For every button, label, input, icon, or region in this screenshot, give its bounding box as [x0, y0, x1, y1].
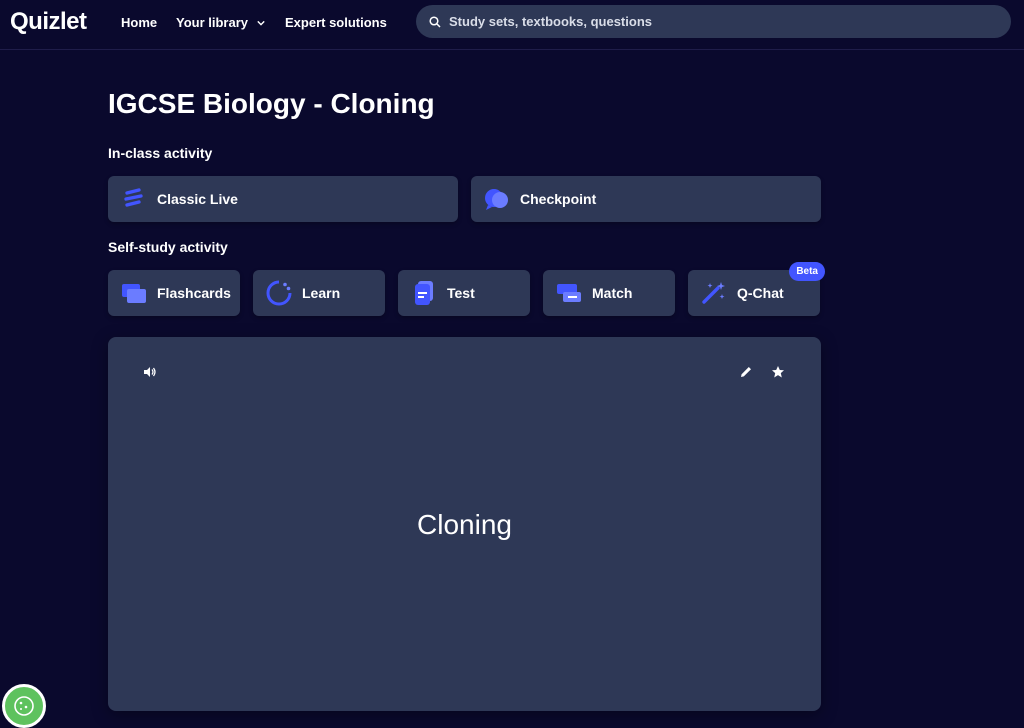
nav-home[interactable]: Home: [121, 15, 157, 30]
classic-live-button[interactable]: Classic Live: [108, 176, 458, 222]
nav-expert-label: Expert solutions: [285, 15, 387, 30]
edit-icon: [741, 367, 751, 377]
flashcards-label: Flashcards: [157, 285, 231, 301]
q-chat-label: Q-Chat: [737, 285, 784, 301]
nav-home-label: Home: [121, 15, 158, 30]
classic-live-icon: [120, 185, 148, 213]
checkpoint-icon: [483, 185, 511, 213]
test-button[interactable]: Test: [398, 270, 530, 316]
in-class-heading: In-class activity: [108, 145, 213, 161]
match-icon: [555, 279, 583, 307]
classic-live-label: Classic Live: [157, 191, 238, 207]
learn-icon: [265, 279, 293, 307]
test-label: Test: [447, 285, 475, 301]
checkpoint-label: Checkpoint: [520, 191, 597, 207]
cookie-settings-button[interactable]: [2, 684, 46, 728]
flashcard[interactable]: Cloning: [108, 337, 821, 711]
cookie-icon: [14, 696, 34, 716]
match-button[interactable]: Match: [543, 270, 675, 316]
search-input[interactable]: [449, 14, 969, 29]
flashcard-term: Cloning: [417, 509, 512, 540]
star-icon: [772, 366, 784, 378]
nav-library-label: Your library: [176, 15, 249, 30]
search-bar[interactable]: [416, 5, 1011, 38]
nav-expert-solutions[interactable]: Expert solutions: [285, 15, 387, 30]
test-icon: [410, 279, 438, 307]
star-button[interactable]: [768, 362, 788, 382]
quizlet-logo[interactable]: Quizlet: [10, 8, 87, 36]
match-label: Match: [592, 285, 633, 301]
beta-badge: Beta: [789, 262, 825, 281]
audio-button[interactable]: [140, 362, 160, 382]
top-navigation: Quizlet Home Your library Expert solutio…: [0, 0, 1024, 50]
magic-wand-icon: [700, 279, 728, 307]
q-chat-button[interactable]: Q-Chat Beta: [688, 262, 825, 316]
chevron-down-icon: [257, 20, 265, 26]
learn-label: Learn: [302, 285, 341, 301]
search-icon: [429, 15, 441, 28]
flashcards-icon: [120, 279, 148, 307]
flashcards-button[interactable]: Flashcards: [108, 270, 240, 316]
edit-button[interactable]: [736, 362, 756, 382]
page-title: IGCSE Biology - Cloning: [108, 88, 435, 119]
nav-your-library[interactable]: Your library: [176, 15, 265, 30]
checkpoint-button[interactable]: Checkpoint: [471, 176, 821, 222]
learn-button[interactable]: Learn: [253, 270, 385, 316]
self-study-heading: Self-study activity: [108, 239, 228, 255]
audio-icon: [144, 367, 156, 377]
